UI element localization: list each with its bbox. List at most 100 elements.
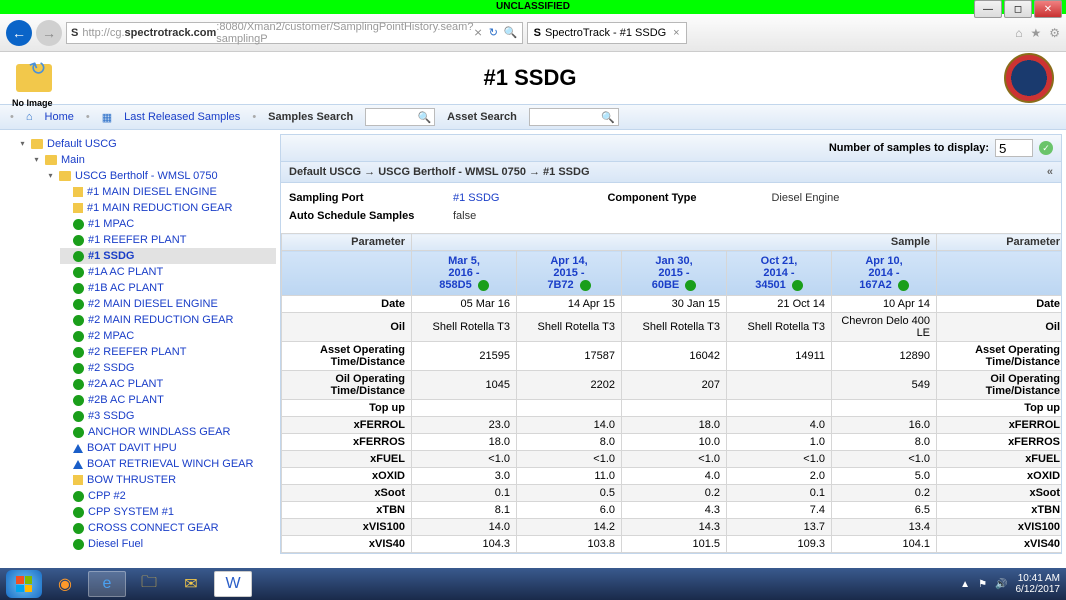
asset-tree[interactable]: ▾Default USCG ▾Main ▾USCG Bertholf - WMS… <box>0 130 280 554</box>
taskbar-outlook-icon[interactable]: ✉ <box>172 571 210 597</box>
tree-item[interactable]: #2 MAIN DIESEL ENGINE <box>60 296 276 312</box>
sample-column-header[interactable]: Oct 21,2014 -34501 <box>727 251 832 296</box>
home-link[interactable]: Home <box>45 111 74 123</box>
tree-node-root[interactable]: ▾Default USCG <box>18 136 276 152</box>
taskbar[interactable]: ◉ e 🗀 ✉ W ▲ ⚑ 🔊 10:41 AM 6/12/2017 <box>0 568 1066 600</box>
tree-item[interactable]: #2 REEFER PLANT <box>60 344 276 360</box>
status-icon <box>73 251 84 262</box>
grid-row: Date05 Mar 1614 Apr 1530 Jan 1521 Oct 14… <box>282 296 1062 313</box>
taskbar-explorer-icon[interactable]: 🗀 <box>130 571 168 597</box>
grid-cell: 14.3 <box>622 519 727 536</box>
refresh-icon[interactable]: ↻ <box>489 26 498 39</box>
taskbar-media-player-icon[interactable]: ◉ <box>46 571 84 597</box>
grid-cell: 6.0 <box>517 502 622 519</box>
grid-cell: 101.5 <box>622 536 727 553</box>
tree-item[interactable]: #3 SSDG <box>60 408 276 424</box>
grid-cell: 3.0 <box>412 468 517 485</box>
url-host: spectrotrack.com <box>125 27 217 39</box>
forward-button[interactable]: → <box>36 20 62 46</box>
tree-item[interactable]: ANCHOR WINDLASS GEAR <box>60 424 276 440</box>
tree-item[interactable]: CPP #2 <box>60 488 276 504</box>
clock[interactable]: 10:41 AM 6/12/2017 <box>1016 573 1061 595</box>
taskbar-ie-icon[interactable]: e <box>88 571 126 597</box>
tree-item[interactable]: #1A AC PLANT <box>60 264 276 280</box>
last-released-link[interactable]: Last Released Samples <box>124 111 240 123</box>
back-button[interactable]: ← <box>6 20 32 46</box>
search-icon[interactable]: 🔍 <box>417 111 431 124</box>
breadcrumb-text: Default USCG → USCG Bertholf - WMSL 0750… <box>289 166 590 178</box>
param-label-right: xVIS100 <box>937 519 1061 536</box>
grid-cell: 21 Oct 14 <box>727 296 832 313</box>
col-parameter-right: Parameter <box>937 234 1061 251</box>
tree-item[interactable]: CROSS CONNECT GEAR <box>60 520 276 536</box>
taskbar-word-icon[interactable]: W <box>214 571 252 597</box>
tree-item[interactable]: #1 MPAC <box>60 216 276 232</box>
tree-item[interactable]: BOAT RETRIEVAL WINCH GEAR <box>60 456 276 472</box>
status-icon <box>73 444 83 453</box>
tree-item[interactable]: BOW THRUSTER <box>60 472 276 488</box>
clock-date: 6/12/2017 <box>1016 584 1061 595</box>
start-button[interactable] <box>6 570 42 598</box>
folder-icon <box>45 155 57 165</box>
tree-item[interactable]: #1 MAIN DIESEL ENGINE <box>60 184 276 200</box>
collapse-icon[interactable]: « <box>1047 166 1053 178</box>
sample-column-header[interactable]: Mar 5,2016 -858D5 <box>412 251 517 296</box>
tab-title: SpectroTrack - #1 SSDG <box>545 27 666 39</box>
grid-cell: 12890 <box>832 342 937 371</box>
sample-column-header[interactable]: Apr 14,2015 -7B72 <box>517 251 622 296</box>
tree-item[interactable]: #2A AC PLANT <box>60 376 276 392</box>
browser-tab[interactable]: S SpectroTrack - #1 SSDG × <box>527 22 687 44</box>
site-icon: S <box>71 27 78 39</box>
tab-close-icon[interactable]: × <box>673 27 679 39</box>
tree-node-vessel[interactable]: ▾USCG Bertholf - WMSL 0750 <box>46 168 276 184</box>
grid-cell <box>622 400 727 417</box>
tree-item[interactable]: #2 MAIN REDUCTION GEAR <box>60 312 276 328</box>
param-label: xOXID <box>282 468 412 485</box>
search-icon[interactable]: 🔍 <box>504 26 518 39</box>
tree-item[interactable]: CPP SYSTEM #1 <box>60 504 276 520</box>
panel-header: Number of samples to display: ✓ <box>281 135 1061 162</box>
grid-cell: 2.0 <box>727 468 832 485</box>
window-close-button[interactable]: ✕ <box>1034 0 1062 18</box>
tree-item[interactable]: #2B AC PLANT <box>60 392 276 408</box>
tree-item[interactable]: DLO STORAGE TANK 3-63-3-F <box>60 552 276 554</box>
asset-search-input[interactable]: 🔍 <box>529 108 619 126</box>
tray-flag-icon[interactable]: ⚑ <box>978 579 987 590</box>
system-tray[interactable]: ▲ ⚑ 🔊 10:41 AM 6/12/2017 <box>960 573 1060 595</box>
favorites-icon[interactable]: ★ <box>1030 26 1041 40</box>
tray-flag-icon[interactable]: ▲ <box>960 579 970 590</box>
status-icon <box>73 475 83 485</box>
tree-item[interactable]: Diesel Fuel <box>60 536 276 552</box>
tree-item[interactable]: #1 MAIN REDUCTION GEAR <box>60 200 276 216</box>
param-label-right: Asset Operating Time/Distance <box>937 342 1061 371</box>
window-minimize-button[interactable]: — <box>974 0 1002 18</box>
status-icon <box>73 363 84 374</box>
tree-item[interactable]: BOAT DAVIT HPU <box>60 440 276 456</box>
address-bar[interactable]: S http://cg. spectrotrack.com :8080/Xman… <box>66 22 523 44</box>
tree-node-main[interactable]: ▾Main <box>32 152 276 168</box>
url-path: :8080/Xman2/customer/SamplingPointHistor… <box>216 21 473 45</box>
sample-column-header[interactable]: Jan 30,2015 -60BE <box>622 251 727 296</box>
stop-icon[interactable]: ⨯ <box>473 26 482 39</box>
tree-item[interactable]: #2 MPAC <box>60 328 276 344</box>
grid-cell: 18.0 <box>412 434 517 451</box>
tree-item[interactable]: #1 REEFER PLANT <box>60 232 276 248</box>
param-label: Top up <box>282 400 412 417</box>
home-icon[interactable]: ⌂ <box>1015 26 1022 40</box>
samples-search-input[interactable]: 🔍 <box>365 108 435 126</box>
grid-cell <box>517 400 622 417</box>
apply-count-button[interactable]: ✓ <box>1039 141 1053 155</box>
window-maximize-button[interactable]: ◻ <box>1004 0 1032 18</box>
tree-item[interactable]: #1 SSDG <box>60 248 276 264</box>
sample-count-input[interactable] <box>995 139 1033 157</box>
tray-volume-icon[interactable]: 🔊 <box>995 579 1007 590</box>
folder-icon <box>31 139 43 149</box>
tree-item[interactable]: #1B AC PLANT <box>60 280 276 296</box>
tree-item-label: #2 REEFER PLANT <box>88 344 186 360</box>
sample-column-header[interactable]: Apr 10,2014 -167A2 <box>832 251 937 296</box>
search-icon[interactable]: 🔍 <box>601 111 615 124</box>
tree-item[interactable]: #2 SSDG <box>60 360 276 376</box>
param-label: xTBN <box>282 502 412 519</box>
tools-icon[interactable]: ⚙ <box>1049 26 1060 40</box>
status-icon <box>73 331 84 342</box>
